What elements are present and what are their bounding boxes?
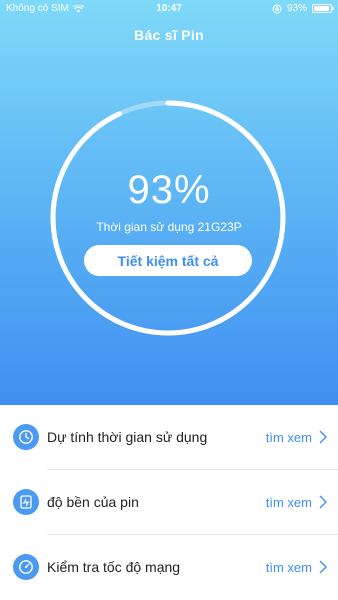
- list-item-label: Kiểm tra tốc độ mạng: [47, 559, 181, 575]
- list-item-battery-health[interactable]: độ bền của pin tìm xem: [0, 470, 338, 534]
- see-more-link[interactable]: tìm xem: [266, 560, 312, 575]
- list-item-label: độ bền của pin: [47, 494, 139, 510]
- usage-time: Thời gian sử dụng 21G23P: [96, 220, 242, 234]
- battery-level-arc: [50, 100, 286, 336]
- chevron-right-icon: [319, 560, 327, 574]
- chevron-right-icon: [319, 430, 327, 444]
- clock-icon: [13, 424, 39, 450]
- battery-percent: 93%: [127, 168, 211, 212]
- page-title: Bác sĩ Pin: [134, 27, 204, 43]
- status-right: 93%: [272, 3, 334, 14]
- list-item-usage-estimate[interactable]: Dự tính thời gian sử dụng tìm xem: [0, 405, 338, 469]
- speedometer-icon: [13, 554, 39, 580]
- battery-hero-panel: Không có SIM 10:47 93% Bác sĩ Pin 93% Th…: [0, 0, 338, 405]
- see-more-link[interactable]: tìm xem: [266, 495, 312, 510]
- chevron-right-icon: [319, 495, 327, 509]
- list-item-label: Dự tính thời gian sử dụng: [47, 429, 208, 445]
- battery-status-icon: [312, 4, 334, 13]
- battery-health-icon: [13, 489, 39, 515]
- battery-percent-label: 93%: [286, 3, 307, 14]
- orientation-lock-icon: [272, 4, 282, 13]
- save-all-button[interactable]: Tiết kiệm tất cả: [84, 245, 252, 276]
- feature-list: Dự tính thời gian sử dụng tìm xem độ bền…: [0, 405, 338, 600]
- battery-level-ring: [50, 100, 286, 336]
- see-more-link[interactable]: tìm xem: [266, 430, 312, 445]
- status-bar: Không có SIM 10:47 93%: [0, 0, 338, 18]
- list-item-network-speed[interactable]: Kiểm tra tốc độ mạng tìm xem: [0, 535, 338, 599]
